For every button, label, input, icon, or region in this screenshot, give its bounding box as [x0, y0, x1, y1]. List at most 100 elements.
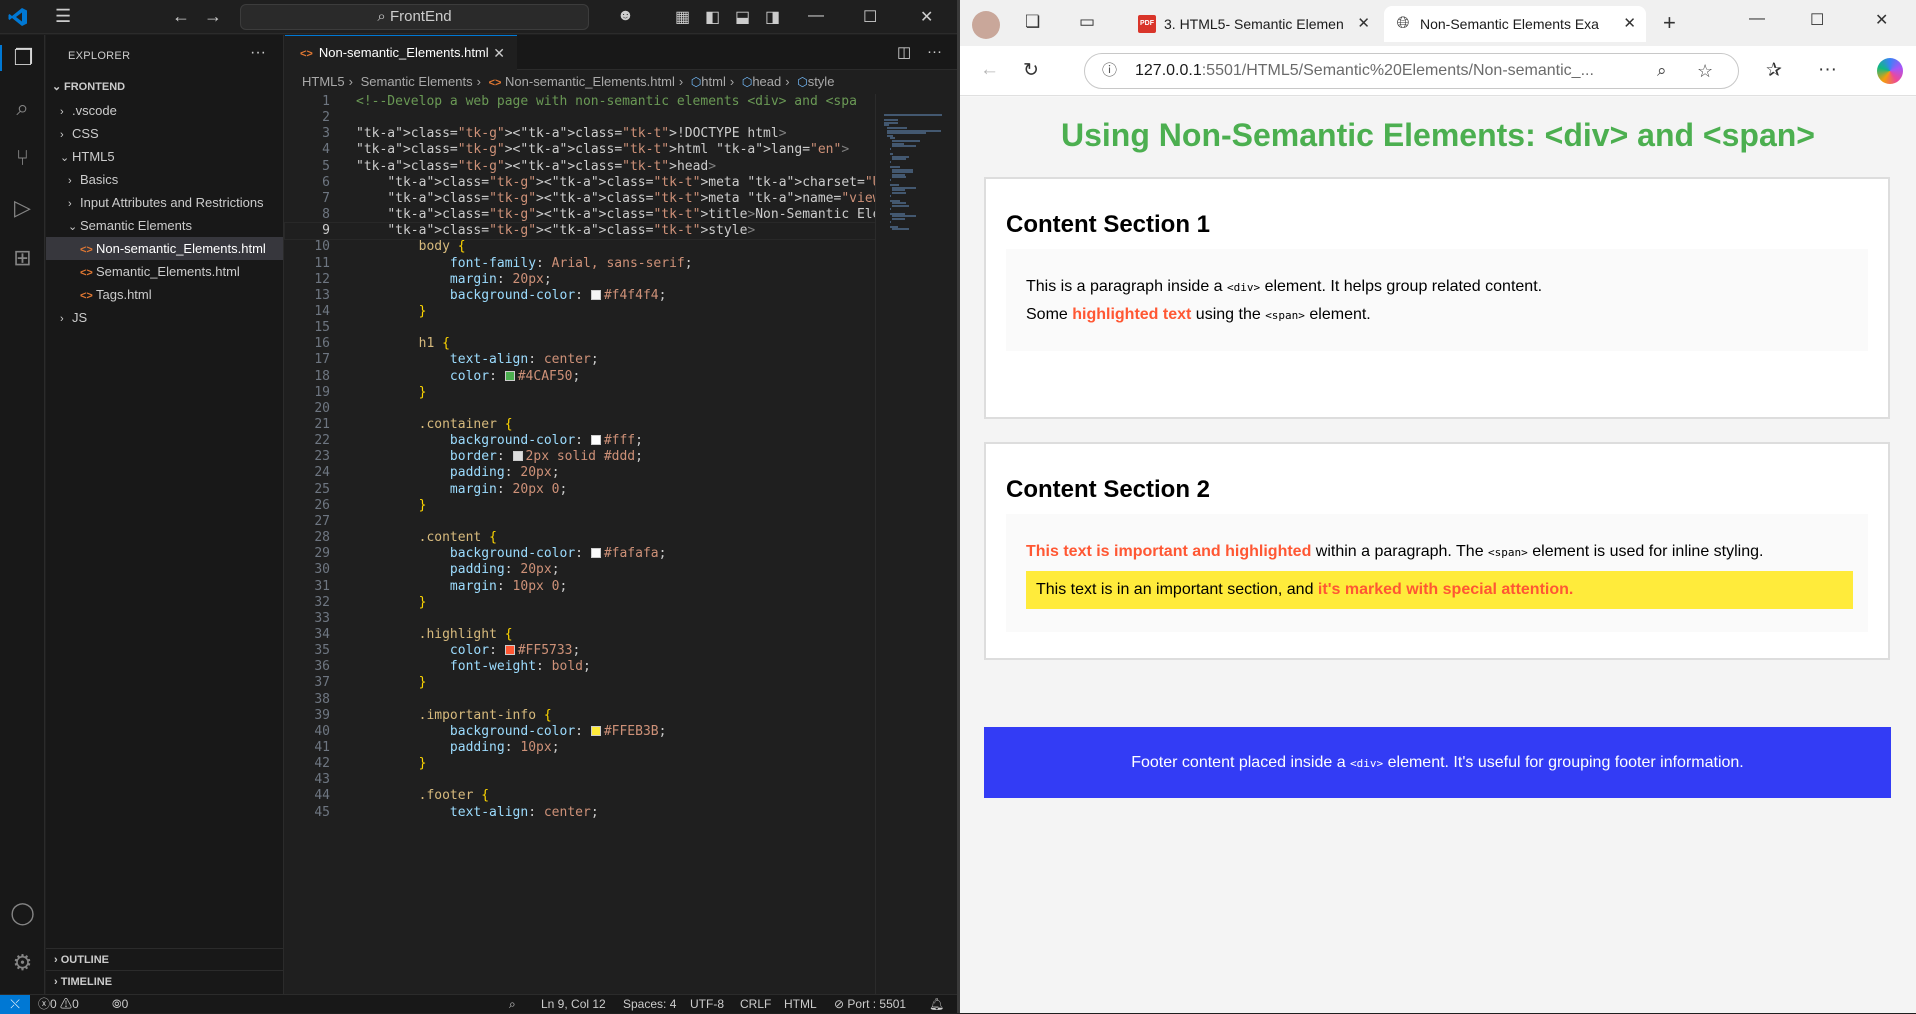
code-line[interactable]: 7 "tk-a">class="tk-g"><"tk-a">class="tk-…	[285, 191, 1280, 207]
toggle-sidebar-icon[interactable]: ◧	[705, 7, 720, 27]
tree-item-html5[interactable]: ⌄ HTML5	[46, 145, 283, 168]
extensions-icon[interactable]: ⊞	[0, 245, 45, 271]
toggle-panel-icon[interactable]: ⬓	[735, 7, 750, 27]
tree-item-tags-file[interactable]: <> Tags.html	[46, 283, 283, 306]
live-server-port[interactable]: ⊘ Port : 5501	[834, 995, 906, 1013]
browser-tab-active[interactable]: 🌐︎ Non-Semantic Elements Exa ✕	[1384, 6, 1646, 42]
code-line[interactable]: 34 .highlight {	[285, 627, 875, 643]
code-line[interactable]: 1 <!--Develop a web page with non-semanti…	[285, 94, 875, 110]
forward-arrow-icon[interactable]: →	[204, 6, 222, 27]
code-line[interactable]: 36 font-weight: bold;	[285, 659, 875, 675]
back-arrow-icon[interactable]: ←	[980, 59, 999, 81]
tree-item-semantic-elements[interactable]: ⌄ Semantic Elements	[46, 214, 283, 237]
code-line[interactable]: 31 margin: 10px 0;	[285, 579, 875, 595]
code-line[interactable]: 33	[285, 611, 875, 627]
code-line[interactable]: 37 }	[285, 675, 875, 691]
more-menu-icon[interactable]: ···	[1818, 59, 1837, 81]
code-line[interactable]: 40 background-color: #FFEB3B;	[285, 724, 875, 740]
code-line[interactable]: 9 "tk-a">class="tk-g"><"tk-a">class="tk-…	[284, 222, 876, 241]
tree-item-basics[interactable]: › Basics	[46, 168, 283, 191]
tree-item-semantic-file[interactable]: <> Semantic_Elements.html	[46, 260, 283, 283]
code-line[interactable]: 13 background-color: #f4f4f4;	[285, 288, 875, 304]
code-line[interactable]: 11 font-family: Arial, sans-serif;	[285, 256, 875, 272]
toggle-secondary-sidebar-icon[interactable]: ◨	[765, 7, 780, 27]
code-line[interactable]: 14 }	[285, 304, 875, 320]
tree-item-input-attributes[interactable]: › Input Attributes and Restrictions	[46, 191, 283, 214]
code-line[interactable]: 28 .content {	[285, 530, 875, 546]
code-line[interactable]: 21 .container {	[285, 417, 875, 433]
breadcrumb-item[interactable]: Non-semantic_Elements.html	[505, 74, 675, 89]
tree-item-css[interactable]: › CSS	[46, 122, 283, 145]
tree-item-vscode[interactable]: › .vscode	[46, 99, 283, 122]
encoding[interactable]: UTF-8	[690, 995, 724, 1013]
code-line[interactable]: 4 "tk-a">class="tk-g"><"tk-a">class="tk-t…	[285, 142, 875, 158]
info-icon[interactable]: ⓘ	[1102, 54, 1117, 88]
code-line[interactable]: 45 text-align: center;	[285, 805, 875, 821]
timeline-section[interactable]: › TIMELINE	[46, 970, 283, 992]
code-line[interactable]: 24 padding: 20px;	[285, 465, 875, 481]
indentation[interactable]: Spaces: 4	[623, 995, 676, 1013]
accounts-icon[interactable]: ◯	[0, 900, 45, 926]
code-line[interactable]: 16 h1 {	[285, 336, 875, 352]
reload-icon[interactable]: ↻	[1023, 59, 1039, 82]
line-ending[interactable]: CRLF	[740, 995, 771, 1013]
run-debug-icon[interactable]: ▷	[0, 195, 45, 221]
notifications-bell-icon[interactable]: 🔔︎	[929, 995, 944, 1013]
code-line[interactable]: 26 }	[285, 498, 875, 514]
code-line[interactable]: 38	[285, 692, 875, 708]
code-line[interactable]: 32 }	[285, 595, 875, 611]
language-mode[interactable]: HTML	[784, 995, 817, 1013]
more-actions-icon[interactable]: ···	[927, 43, 942, 60]
code-line[interactable]: 20	[285, 401, 875, 417]
address-bar[interactable]: ⓘ 127.0.0.1:5501/HTML5/Semantic%20Elemen…	[1084, 53, 1739, 89]
minimap[interactable]	[875, 94, 957, 994]
code-line[interactable]: 35 color: #FF5733;	[285, 643, 875, 659]
outline-section[interactable]: › OUTLINE	[46, 948, 283, 970]
explorer-icon[interactable]: ❐	[0, 45, 45, 71]
code-line[interactable]: 17 text-align: center;	[285, 352, 875, 368]
code-line[interactable]: 23 border: 2px solid #ddd;	[285, 449, 875, 465]
code-line[interactable]: 18 color: #4CAF50;	[285, 369, 875, 385]
new-tab-icon[interactable]: +	[1663, 10, 1676, 36]
customize-layout-icon[interactable]: ▦	[675, 7, 690, 27]
code-editor[interactable]: 1 <!--Develop a web page with non-semanti…	[284, 94, 1358, 994]
ports-indicator[interactable]: ⦾0	[112, 995, 128, 1013]
workspaces-icon[interactable]: ❏	[1025, 12, 1040, 32]
code-line[interactable]: 30 padding: 20px;	[285, 562, 875, 578]
copilot-icon[interactable]: ☻	[617, 7, 634, 25]
code-line[interactable]: 42 }	[285, 756, 875, 772]
close-icon[interactable]: ✕	[920, 7, 933, 27]
code-line[interactable]: 6 "tk-a">class="tk-g"><"tk-a">class="tk-…	[285, 175, 927, 191]
tab-actions-icon[interactable]: ▭	[1079, 12, 1095, 32]
favorite-star-icon[interactable]: ☆	[1697, 54, 1713, 88]
code-line[interactable]: 19 }	[285, 385, 875, 401]
profile-avatar[interactable]	[972, 11, 1000, 39]
cursor-position[interactable]: Ln 9, Col 12	[541, 995, 606, 1013]
tree-item-non-semantic-file[interactable]: <> Non-semantic_Elements.html	[46, 237, 283, 260]
split-editor-icon[interactable]: ◫	[897, 43, 911, 61]
close-icon[interactable]: ✕	[493, 36, 505, 70]
close-icon[interactable]: ✕	[1357, 6, 1370, 42]
remote-indicator-icon[interactable]: ⤬	[0, 995, 30, 1014]
back-arrow-icon[interactable]: ←	[172, 6, 190, 27]
breadcrumb-item[interactable]: head	[752, 74, 781, 89]
copilot-icon[interactable]	[1877, 58, 1903, 84]
zoom-icon[interactable]: ⌕	[1657, 54, 1667, 88]
code-line[interactable]: 43	[285, 772, 875, 788]
settings-gear-icon[interactable]: ⚙	[0, 950, 45, 976]
maximize-icon[interactable]: ☐	[863, 7, 877, 27]
code-line[interactable]: 27	[285, 514, 875, 530]
maximize-icon[interactable]: ☐	[1810, 10, 1824, 30]
favorites-icon[interactable]: ✰	[1766, 59, 1782, 82]
close-icon[interactable]: ✕	[1623, 6, 1636, 42]
code-line[interactable]: 5 "tk-a">class="tk-g"><"tk-a">class="tk-t…	[285, 159, 875, 175]
code-line[interactable]: 15	[285, 320, 875, 336]
zoom-icon[interactable]: ⌕	[509, 995, 516, 1013]
tree-item-js[interactable]: › JS	[46, 306, 283, 329]
minimize-icon[interactable]: —	[1749, 10, 1765, 28]
menu-icon[interactable]: ☰	[55, 6, 71, 27]
code-line[interactable]: 25 margin: 20px 0;	[285, 482, 875, 498]
code-line[interactable]: 3 "tk-a">class="tk-g"><"tk-a">class="tk-t…	[285, 126, 875, 142]
code-line[interactable]: 22 background-color: #fff;	[285, 433, 875, 449]
code-line[interactable]: 2	[285, 110, 875, 126]
